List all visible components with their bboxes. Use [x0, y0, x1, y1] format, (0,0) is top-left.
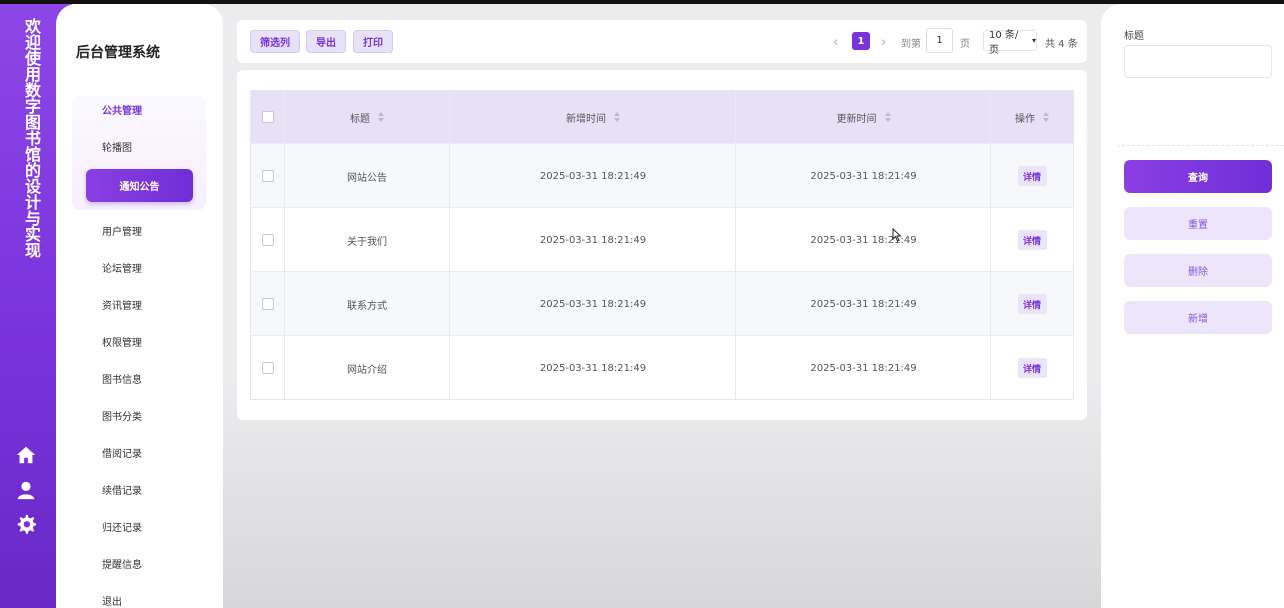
select-all-cell: [251, 91, 284, 143]
row-checkbox[interactable]: [261, 170, 274, 182]
column-header-updated[interactable]: 更新时间: [736, 91, 991, 143]
cell-created: 2025-03-31 18:21:49: [539, 298, 647, 310]
sidebar-item-book-category[interactable]: 图书分类: [102, 408, 142, 423]
sidebar-item-reminders[interactable]: 提醒信息: [102, 556, 142, 571]
page-size-select[interactable]: 10 条/页 ▾: [983, 30, 1037, 56]
toolbar: 筛选列 导出 打印 ‹ 1 › 到第 页 10 条/页 ▾ 共 4 条: [237, 20, 1087, 63]
delete-button[interactable]: 删除: [1124, 254, 1272, 287]
sidebar-item-forum[interactable]: 论坛管理: [102, 260, 142, 275]
row-checkbox[interactable]: [261, 298, 274, 310]
table-header: 标题 新增时间 更新时间 操作: [251, 91, 1073, 143]
detail-button[interactable]: 详情: [1017, 294, 1047, 314]
row-checkbox[interactable]: [261, 362, 274, 374]
row-checkbox[interactable]: [261, 234, 274, 246]
cell-title: 关于我们: [347, 236, 387, 248]
column-divider: [449, 91, 450, 399]
cell-title: 联系方式: [347, 300, 387, 312]
column-header-created[interactable]: 新增时间: [450, 91, 736, 143]
cell-title: 网站公告: [347, 172, 387, 184]
select-all-checkbox[interactable]: [261, 111, 274, 123]
sidebar-item-renew-records[interactable]: 续借记录: [102, 482, 142, 497]
cell-updated: 2025-03-31 18:21:49: [810, 362, 917, 374]
column-divider: [284, 91, 285, 399]
search-panel: 标题 查询 重置 删除 新增: [1101, 4, 1284, 608]
page-suffix: 页: [960, 38, 970, 50]
column-header-actions[interactable]: 操作: [991, 91, 1073, 143]
chevron-down-icon: ▾: [1031, 36, 1036, 45]
user-icon[interactable]: [15, 479, 37, 501]
next-page-button[interactable]: ›: [881, 31, 886, 53]
print-button[interactable]: 打印: [353, 30, 393, 53]
notice-table: 标题 新增时间 更新时间 操作 网站公告 2025-03-31 18:21:49…: [250, 90, 1074, 400]
mouse-cursor-icon: [892, 228, 902, 242]
total-count: 共 4 条: [1045, 38, 1078, 50]
column-header-title[interactable]: 标题: [284, 91, 450, 143]
cell-created: 2025-03-31 18:21:49: [539, 170, 647, 182]
column-divider: [735, 91, 736, 399]
page-size-value: 10 条/页: [989, 29, 1019, 56]
current-page[interactable]: 1: [852, 32, 870, 50]
brand-title: 后台管理系统: [76, 45, 160, 61]
welcome-title: 欢迎使用数字图书馆的设计与实现: [22, 18, 41, 258]
export-button[interactable]: 导出: [306, 30, 346, 53]
sort-icon[interactable]: [378, 112, 384, 122]
detail-button[interactable]: 详情: [1017, 166, 1047, 186]
sidebar-item-books[interactable]: 图书信息: [102, 371, 142, 386]
column-created-label: 新增时间: [566, 113, 606, 125]
table-row[interactable]: 联系方式 2025-03-31 18:21:49 2025-03-31 18:2…: [251, 271, 1073, 335]
cell-title: 网站介绍: [347, 364, 387, 376]
cell-updated: 2025-03-31 18:21:49: [810, 234, 917, 246]
table-card: 标题 新增时间 更新时间 操作 网站公告 2025-03-31 18:21:49…: [237, 70, 1087, 420]
table-row[interactable]: 网站介绍 2025-03-31 18:21:49 2025-03-31 18:2…: [251, 335, 1073, 399]
table-row[interactable]: 网站公告 2025-03-31 18:21:49 2025-03-31 18:2…: [251, 143, 1073, 207]
cell-created: 2025-03-31 18:21:49: [539, 234, 647, 246]
sidebar-item-logout[interactable]: 退出: [102, 593, 122, 608]
detail-button[interactable]: 详情: [1017, 358, 1047, 378]
sidebar-item-notice-active[interactable]: 通知公告: [86, 169, 193, 202]
sidebar-item-permissions[interactable]: 权限管理: [102, 334, 142, 349]
panel-divider: [1117, 145, 1284, 146]
home-icon[interactable]: [15, 444, 37, 466]
cell-actions: 详情: [991, 144, 1073, 208]
add-button[interactable]: 新增: [1124, 301, 1272, 334]
title-filter-label: 标题: [1124, 31, 1144, 42]
row-select-cell: [251, 144, 284, 208]
title-filter-input[interactable]: [1124, 45, 1272, 78]
sidebar-item-carousel[interactable]: 轮播图: [102, 139, 132, 154]
cell-actions: 详情: [991, 272, 1073, 336]
sidebar-item-news[interactable]: 资讯管理: [102, 297, 142, 312]
detail-button[interactable]: 详情: [1017, 230, 1047, 250]
row-select-cell: [251, 272, 284, 336]
sort-icon[interactable]: [884, 112, 891, 122]
prev-page-button[interactable]: ‹: [833, 31, 838, 53]
reset-button[interactable]: 重置: [1124, 207, 1272, 240]
cell-actions: 详情: [991, 208, 1073, 272]
query-button[interactable]: 查询: [1124, 160, 1272, 193]
table-row[interactable]: 关于我们 2025-03-31 18:21:49 2025-03-31 18:2…: [251, 207, 1073, 271]
cell-created: 2025-03-31 18:21:49: [539, 362, 647, 374]
column-actions-label: 操作: [1015, 113, 1035, 125]
sidebar-item-users[interactable]: 用户管理: [102, 223, 142, 238]
sidebar-item-return-records[interactable]: 归还记录: [102, 519, 142, 534]
column-title-label: 标题: [350, 113, 370, 125]
gear-icon[interactable]: [15, 513, 37, 535]
column-updated-label: 更新时间: [836, 113, 877, 125]
row-select-cell: [251, 208, 284, 272]
sidebar-item-borrow-records[interactable]: 借阅记录: [102, 445, 142, 460]
row-select-cell: [251, 336, 284, 400]
column-divider: [990, 91, 991, 399]
sidebar-menu: 后台管理系统 公共管理 轮播图 通知公告 用户管理 论坛管理 资讯管理 权限管理…: [56, 4, 223, 608]
filter-columns-button[interactable]: 筛选列: [250, 30, 300, 53]
cell-actions: 详情: [991, 336, 1073, 400]
page-jump-input[interactable]: [926, 28, 953, 53]
sidebar-group-public[interactable]: 公共管理: [102, 102, 142, 117]
sort-icon[interactable]: [614, 112, 620, 122]
sort-icon[interactable]: [1043, 112, 1049, 122]
cell-updated: 2025-03-31 18:21:49: [810, 298, 917, 310]
goto-label: 到第: [901, 38, 921, 50]
cell-updated: 2025-03-31 18:21:49: [810, 170, 917, 182]
